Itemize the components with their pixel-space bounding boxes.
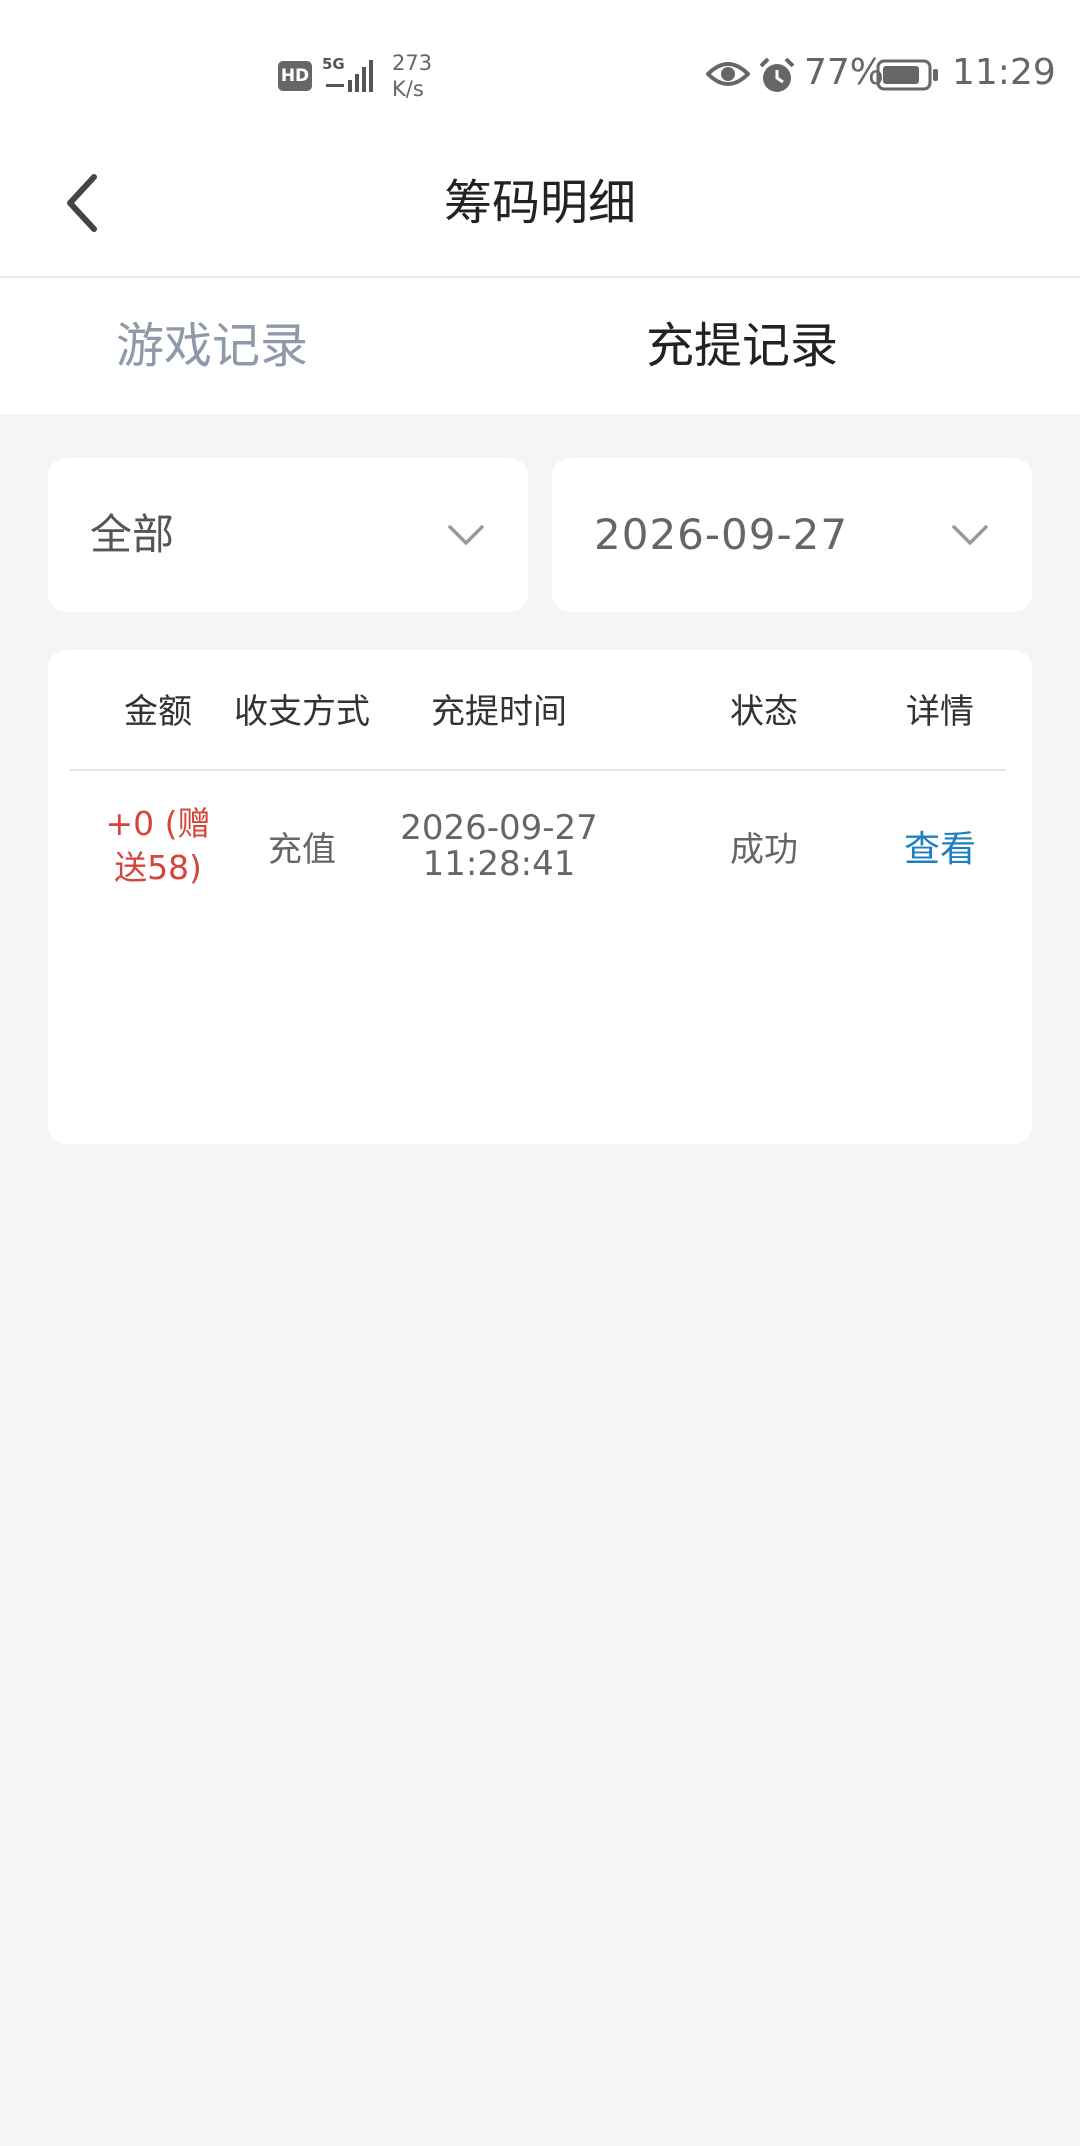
speed-value: 273: [392, 51, 433, 75]
date-filter-dropdown[interactable]: 2026-09-27: [552, 458, 1032, 612]
speed-unit: K/s: [392, 77, 424, 101]
table-row: +0 (赠 送58) 充值 2026-09-27 11:28:41 成功 查看: [48, 771, 1032, 921]
page-title: 筹码明细: [443, 175, 636, 231]
row-date: 2026-09-27: [400, 808, 598, 848]
header-detail: 详情: [906, 692, 974, 732]
date-filter-value: 2026-09-27: [594, 510, 849, 559]
row-amount: +0 (赠 送58): [88, 771, 228, 921]
row-method: 充值: [268, 829, 336, 870]
navigation-header: 筹码明细: [0, 130, 1080, 278]
battery-percentage: 77%: [804, 52, 885, 93]
hd-badge: HD: [278, 61, 312, 91]
type-filter-value: 全部: [90, 510, 175, 559]
amount-line-2: 送58): [114, 848, 202, 887]
eye-icon: [706, 62, 750, 86]
chevron-down-icon: [448, 525, 484, 545]
battery-icon: [876, 59, 938, 91]
row-status: 成功: [730, 829, 798, 870]
tab-game-records[interactable]: 游戏记录: [0, 278, 540, 414]
type-filter-dropdown[interactable]: 全部: [48, 458, 528, 612]
network-speed: 273 K/s: [392, 50, 432, 102]
row-time: 2026-09-27 11:28:41: [386, 771, 612, 921]
back-arrow-icon[interactable]: [56, 165, 116, 241]
tab-recharge-records[interactable]: 充提记录: [540, 278, 1080, 414]
row-clock-time: 11:28:41: [422, 844, 576, 884]
clock: 11:29: [952, 52, 1056, 93]
header-time: 充提时间: [431, 692, 567, 732]
view-detail-link[interactable]: 查看: [880, 771, 1000, 921]
table-header: 金额 收支方式 充提时间 状态 详情: [48, 650, 1032, 770]
status-bar: HD 5G 273 K/s 77% 11:29: [0, 0, 1080, 130]
alarm-icon: [759, 57, 795, 92]
header-amount: 金额: [124, 692, 192, 732]
records-table: 金额 收支方式 充提时间 状态 详情 +0 (赠 送58) 充值 2026-09…: [48, 650, 1032, 1144]
amount-line-1: +0 (赠: [105, 804, 211, 843]
signal-icon: [326, 60, 373, 92]
header-status: 状态: [730, 692, 798, 732]
header-method: 收支方式: [234, 692, 370, 732]
record-tabs: 游戏记录 充提记录: [0, 278, 1080, 414]
chevron-down-icon: [952, 525, 988, 545]
